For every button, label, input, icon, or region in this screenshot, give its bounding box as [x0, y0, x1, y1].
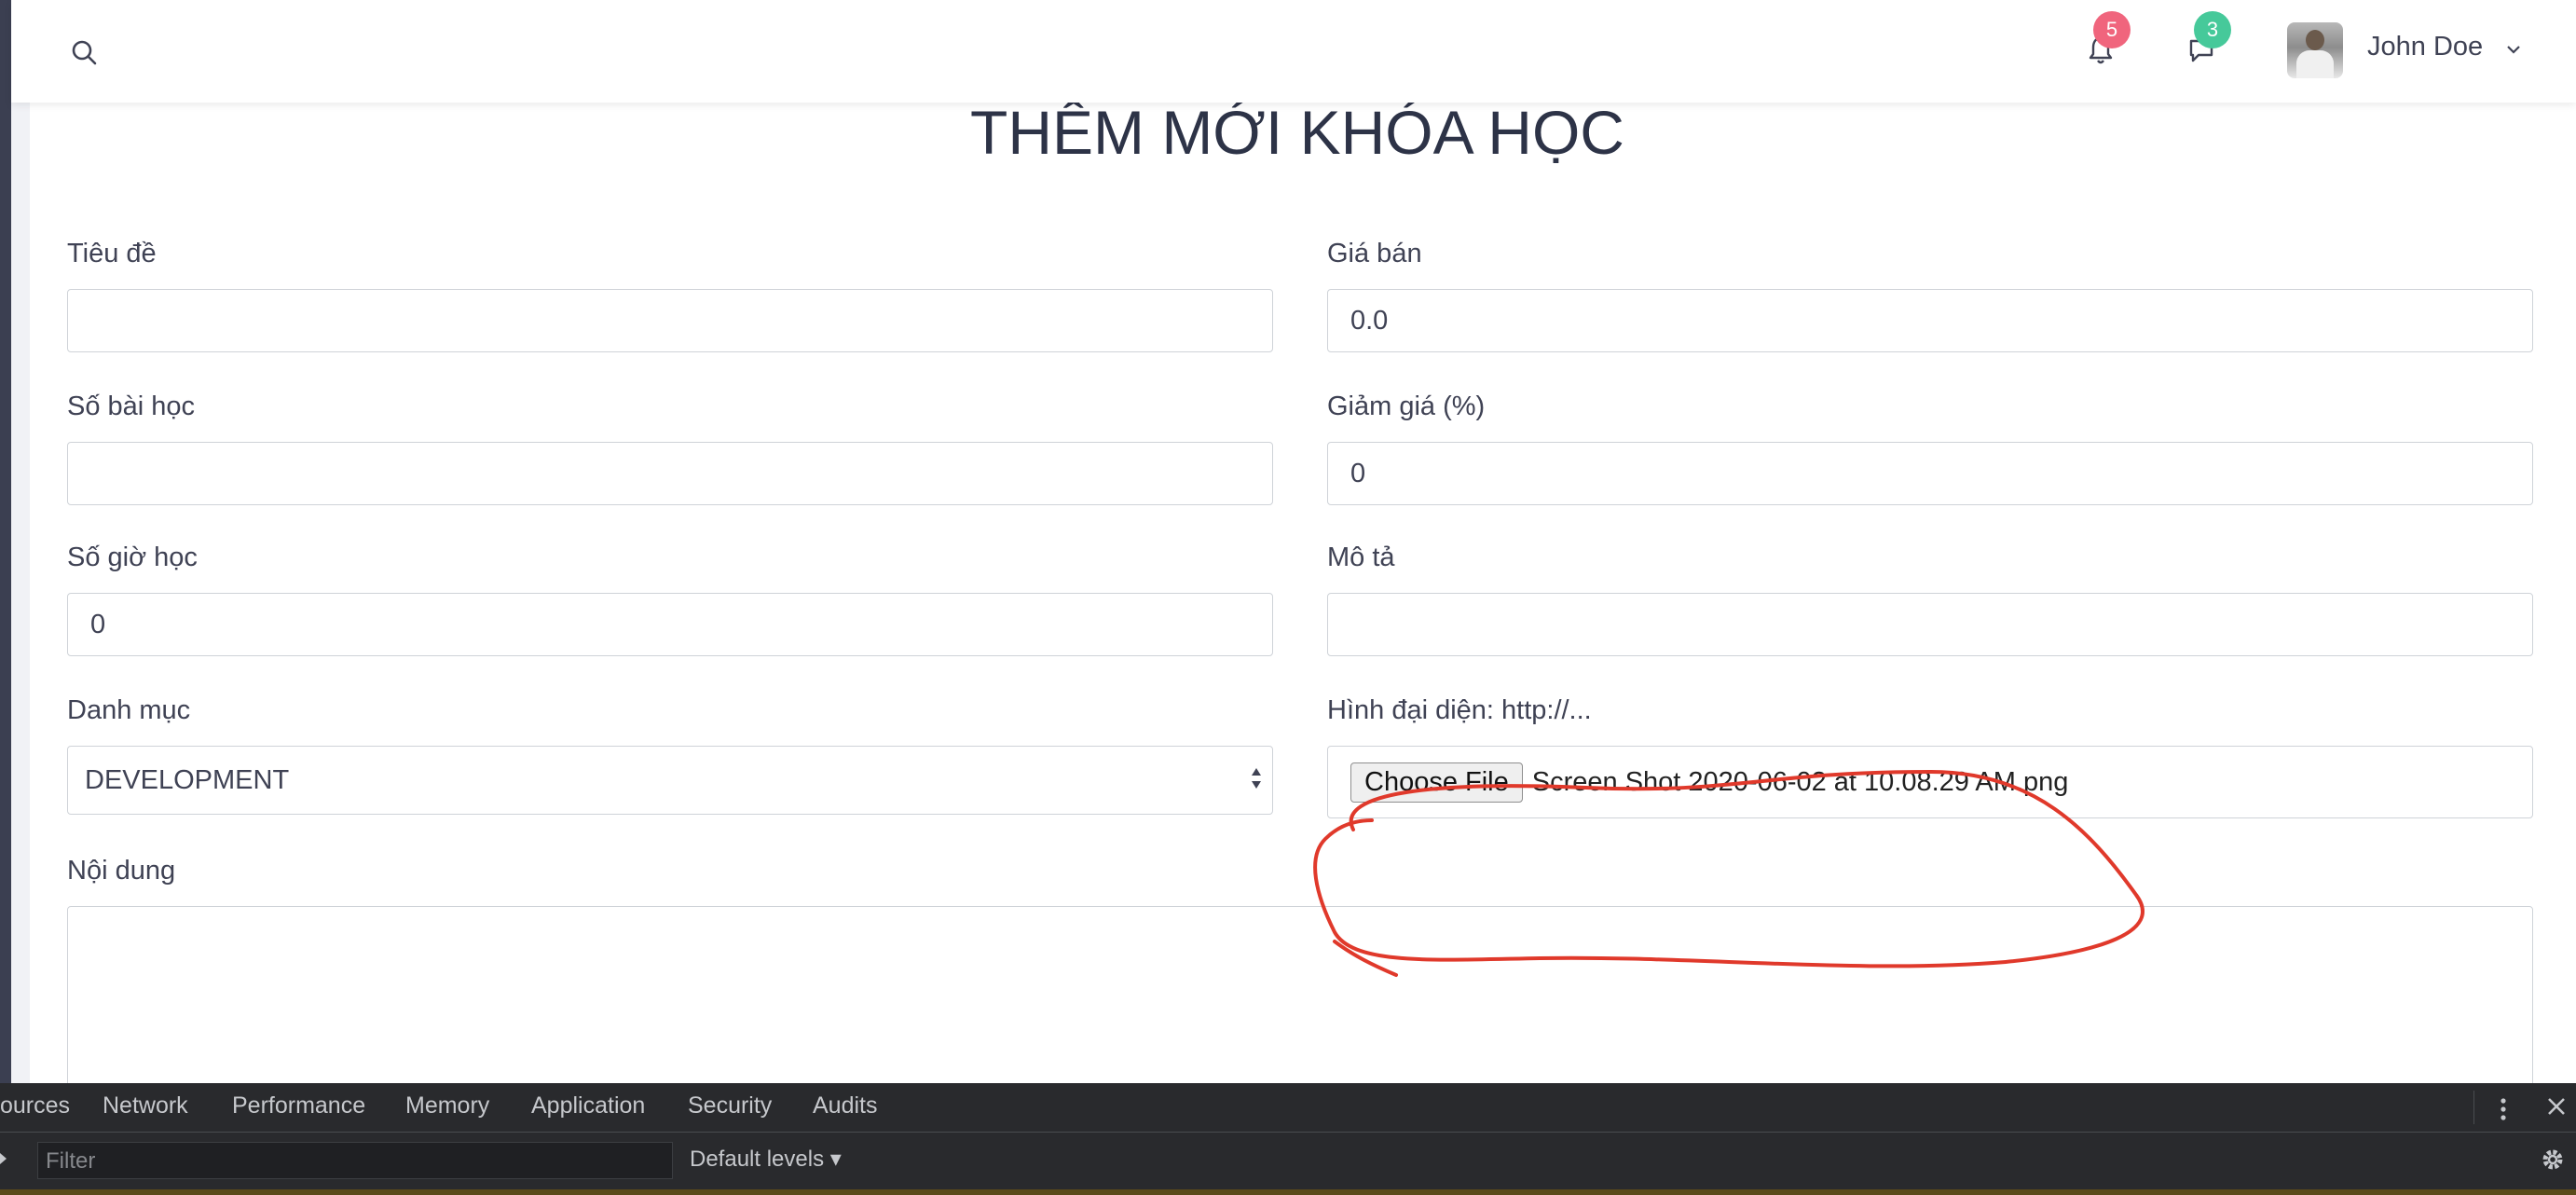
devtools-separator [2473, 1091, 2474, 1124]
log-levels-dropdown[interactable]: Default levels ▾ [690, 1146, 842, 1173]
messages-badge: 3 [2194, 11, 2231, 48]
sidebar-edge [0, 0, 11, 1083]
chevron-right-icon[interactable] [0, 1149, 9, 1172]
notifications-badge: 5 [2093, 11, 2131, 48]
title-label: Tiêu đề [67, 239, 157, 268]
content-label: Nội dung [67, 856, 176, 886]
tab-application[interactable]: Application [531, 1092, 645, 1119]
description-label: Mô tả [1327, 543, 1395, 572]
choose-file-button[interactable]: Choose File [1350, 762, 1523, 803]
gear-icon[interactable] [2539, 1146, 2567, 1177]
tab-audits[interactable]: Audits [813, 1092, 877, 1119]
avatar[interactable] [2287, 22, 2343, 78]
description-input[interactable] [1327, 593, 2533, 656]
page-title: THÊM MỚI KHÓA HỌC [970, 98, 1624, 167]
discount-input[interactable]: 0 [1327, 442, 2533, 505]
tab-memory[interactable]: Memory [405, 1092, 489, 1119]
hours-label: Số giờ học [67, 543, 198, 572]
search-button[interactable] [63, 32, 104, 73]
price-input[interactable]: 0.0 [1327, 289, 2533, 352]
lessons-input[interactable] [67, 442, 1273, 505]
devtools-tab-bar: ources Network Performance Memory Applic… [0, 1083, 2576, 1133]
category-select[interactable]: DEVELOPMENT [67, 746, 1273, 815]
selected-file-name: Screen Shot 2020-06-02 at 10.08.29 AM.pn… [1531, 766, 2069, 797]
content-editor[interactable] [67, 906, 2533, 1092]
title-input[interactable] [67, 289, 1273, 352]
select-arrows-icon [1252, 768, 1261, 789]
search-icon [72, 40, 97, 65]
tab-security[interactable]: Security [688, 1092, 772, 1119]
console-filter-input[interactable]: Filter [37, 1142, 673, 1179]
hours-input[interactable]: 0 [67, 593, 1273, 656]
tab-sources[interactable]: ources [0, 1092, 70, 1119]
sidebar-gap [11, 103, 30, 1083]
lessons-label: Số bài học [67, 391, 196, 421]
category-selected-value: DEVELOPMENT [85, 764, 290, 795]
console-toolbar: Filter Default levels ▾ [0, 1133, 2576, 1188]
chevron-down-icon[interactable] [2505, 41, 2522, 59]
tab-network[interactable]: Network [103, 1092, 188, 1119]
tab-performance[interactable]: Performance [232, 1092, 365, 1119]
discount-label: Giảm giá (%) [1327, 391, 1486, 421]
category-label: Danh mục [67, 695, 191, 725]
more-options-icon[interactable] [2498, 1096, 2509, 1126]
user-name[interactable]: John Doe [2367, 32, 2483, 62]
price-label: Giá bán [1327, 239, 1422, 268]
devtools-panel: ources Network Performance Memory Applic… [0, 1083, 2576, 1195]
close-icon[interactable] [2544, 1094, 2569, 1122]
main-content: THÊM MỚI KHÓA HỌC Tiêu đề Giá bán 0.0 Số… [30, 98, 2576, 1092]
image-label: Hình đại diện: http://... [1327, 695, 1592, 725]
devtools-bottom-edge [0, 1189, 2576, 1195]
image-file-input[interactable]: Choose File Screen Shot 2020-06-02 at 10… [1327, 746, 2533, 818]
